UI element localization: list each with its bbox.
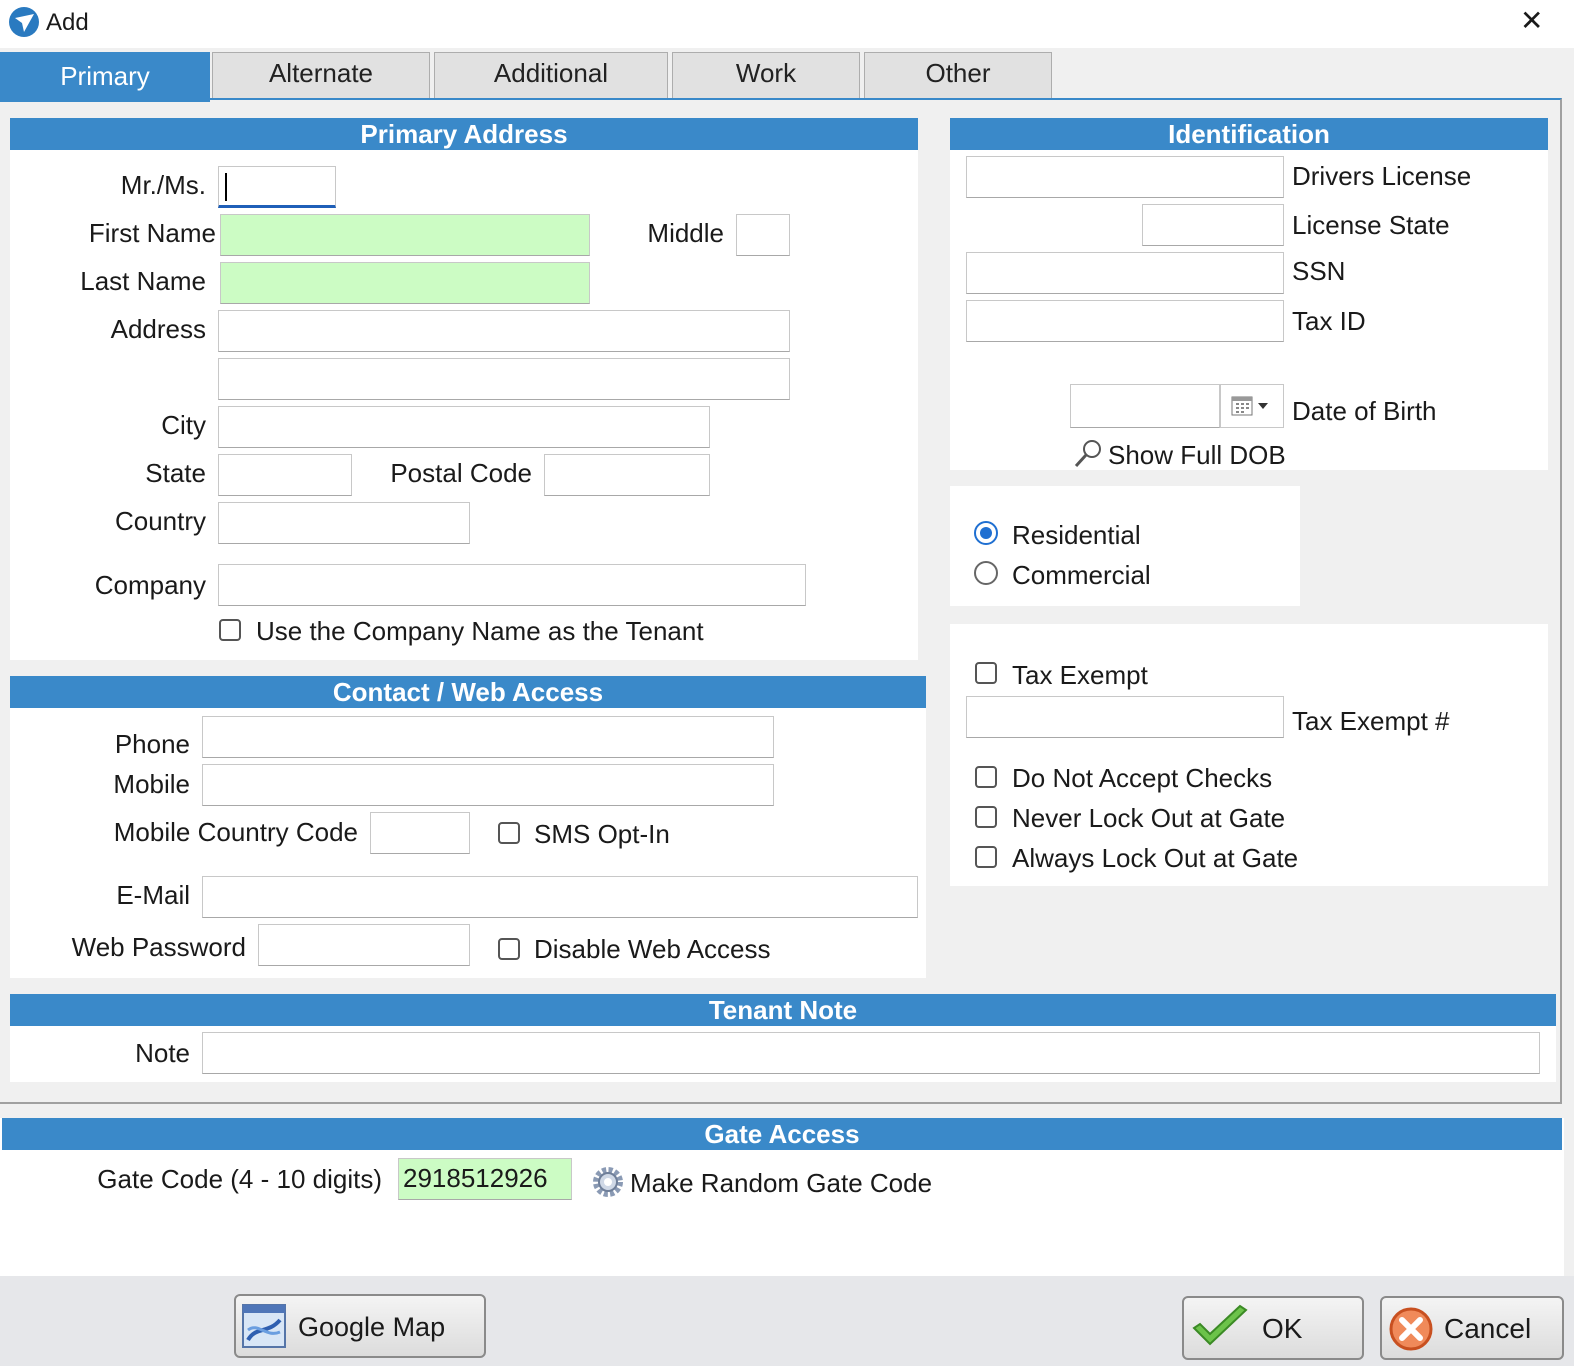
mr-ms-input[interactable]	[218, 166, 336, 208]
last-name-input[interactable]	[220, 262, 590, 304]
make-random-gate-code-button[interactable]: Make Random Gate Code	[630, 1168, 932, 1198]
address-line2-input[interactable]	[218, 358, 790, 400]
tax-id-input[interactable]	[966, 300, 1284, 342]
license-state-input[interactable]	[1142, 204, 1284, 246]
tax-exempt-label: Tax Exempt	[1012, 660, 1148, 690]
note-input[interactable]	[202, 1032, 1540, 1074]
date-of-birth-label: Date of Birth	[1292, 396, 1437, 426]
company-label: Company	[94, 570, 206, 600]
drivers-license-label: Drivers License	[1292, 161, 1472, 191]
google-map-label: Google Map	[298, 1312, 446, 1342]
ssn-label: SSN	[1292, 256, 1346, 286]
title-bar: Add ✕	[0, 0, 1574, 48]
always-lock-out-label: Always Lock Out at Gate	[1012, 843, 1299, 873]
ssn-input[interactable]	[966, 252, 1284, 294]
license-state-label: License State	[1292, 210, 1450, 240]
gate-code-input[interactable]: 2918512926	[398, 1158, 572, 1200]
do-not-accept-checks-checkbox[interactable]	[975, 766, 997, 788]
disable-web-access-label: Disable Web Access	[534, 934, 771, 964]
residential-label: Residential	[1012, 520, 1141, 550]
first-name-input[interactable]	[220, 214, 590, 256]
tab-additional[interactable]: Additional	[434, 52, 668, 98]
phone-input[interactable]	[202, 716, 774, 758]
mobile-label: Mobile	[113, 769, 190, 799]
phone-label: Phone	[114, 729, 190, 759]
middle-input[interactable]	[736, 214, 790, 256]
do-not-accept-checks-label: Do Not Accept Checks	[1012, 763, 1273, 793]
mobile-country-code-input[interactable]	[370, 812, 470, 854]
use-company-label: Use the Company Name as the Tenant	[256, 616, 704, 646]
drivers-license-input[interactable]	[966, 156, 1284, 198]
disable-web-access-checkbox[interactable]	[498, 938, 520, 960]
first-name-label: First Name	[88, 218, 216, 248]
state-label: State	[145, 458, 206, 488]
ok-label: OK	[1262, 1313, 1303, 1344]
sms-opt-in-checkbox[interactable]	[498, 822, 520, 844]
contact-header: Contact / Web Access	[10, 676, 926, 708]
commercial-radio[interactable]	[974, 561, 998, 585]
note-label: Note	[135, 1038, 190, 1068]
web-password-input[interactable]	[258, 924, 470, 966]
middle-label: Middle	[647, 218, 724, 248]
tab-other[interactable]: Other	[864, 52, 1052, 98]
identification-header: Identification	[950, 118, 1548, 150]
cancel-button[interactable]: Cancel	[1380, 1296, 1564, 1360]
gear-icon[interactable]	[592, 1166, 624, 1198]
primary-address-header: Primary Address	[10, 118, 918, 150]
mobile-country-code-label: Mobile Country Code	[113, 817, 358, 847]
address-line1-input[interactable]	[218, 310, 790, 352]
date-of-birth-input[interactable]	[1070, 384, 1220, 428]
tenant-note-header: Tenant Note	[10, 994, 1556, 1026]
show-full-dob-link[interactable]: Show Full DOB	[1108, 440, 1286, 470]
close-icon[interactable]: ✕	[1520, 6, 1543, 36]
company-input[interactable]	[218, 564, 806, 606]
mr-ms-label: Mr./Ms.	[120, 170, 206, 200]
commercial-label: Commercial	[1012, 560, 1151, 590]
city-label: City	[161, 410, 206, 440]
cancel-label: Cancel	[1444, 1313, 1532, 1344]
country-input[interactable]	[218, 502, 470, 544]
never-lock-out-label: Never Lock Out at Gate	[1012, 803, 1286, 833]
text-cursor	[225, 173, 227, 201]
checkmark-icon	[1192, 1304, 1248, 1346]
postal-code-input[interactable]	[544, 454, 710, 496]
map-icon	[242, 1304, 286, 1348]
state-input[interactable]	[218, 454, 352, 496]
tab-work[interactable]: Work	[672, 52, 860, 98]
app-logo-icon	[9, 7, 39, 37]
tax-exempt-number-input[interactable]	[966, 696, 1284, 738]
email-label: E-Mail	[116, 880, 190, 910]
google-map-button[interactable]: Google Map	[234, 1294, 486, 1358]
tax-id-label: Tax ID	[1292, 306, 1366, 336]
city-input[interactable]	[218, 406, 710, 448]
calendar-dropdown-button[interactable]	[1220, 384, 1284, 428]
web-password-label: Web Password	[71, 932, 246, 962]
residential-radio[interactable]	[974, 521, 998, 545]
gate-access-header: Gate Access	[2, 1118, 1562, 1150]
never-lock-out-checkbox[interactable]	[975, 806, 997, 828]
always-lock-out-checkbox[interactable]	[975, 846, 997, 868]
cancel-icon	[1389, 1307, 1433, 1351]
calendar-icon	[1231, 396, 1268, 416]
tax-exempt-number-label: Tax Exempt #	[1292, 706, 1450, 736]
last-name-label: Last Name	[80, 266, 206, 296]
tab-alternate[interactable]: Alternate	[212, 52, 430, 98]
sms-opt-in-label: SMS Opt-In	[534, 819, 670, 849]
gate-code-label: Gate Code (4 - 10 digits)	[97, 1164, 382, 1194]
ok-button[interactable]: OK	[1182, 1296, 1364, 1360]
postal-code-label: Postal Code	[390, 458, 532, 488]
mobile-input[interactable]	[202, 764, 774, 806]
tab-primary[interactable]: Primary	[0, 52, 210, 102]
email-input[interactable]	[202, 876, 918, 918]
address-label: Address	[110, 314, 206, 344]
country-label: Country	[114, 506, 206, 536]
use-company-checkbox[interactable]	[219, 619, 241, 641]
magnifier-icon[interactable]	[1072, 438, 1104, 470]
tax-exempt-checkbox[interactable]	[975, 662, 997, 684]
window-title: Add	[46, 9, 89, 36]
